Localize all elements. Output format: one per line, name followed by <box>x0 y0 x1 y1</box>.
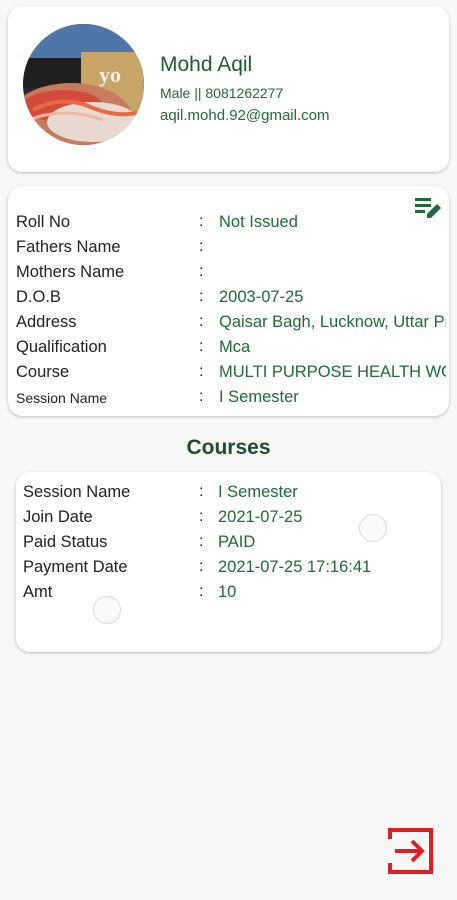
course-value: 2021-07-25 <box>218 508 303 526</box>
detail-value: I Semester <box>219 388 299 406</box>
detail-row-session-name: Session Name : I Semester <box>16 388 446 412</box>
detail-row-roll-no: Roll No : Not Issued <box>16 213 446 237</box>
detail-value: 2003-07-25 <box>219 288 304 306</box>
course-value: 10 <box>218 583 237 601</box>
courses-heading: Courses <box>186 436 271 459</box>
logout-button[interactable] <box>387 827 435 875</box>
detail-separator: : <box>199 263 204 280</box>
course-label: Join Date <box>23 508 93 526</box>
profile-gender-phone: Male || 8081262277 <box>160 85 284 101</box>
avatar[interactable]: yo <box>23 24 144 145</box>
course-label: Amt <box>23 583 53 601</box>
detail-row-address: Address : Qaisar Bagh, Lucknow, Uttar Pr… <box>16 313 446 337</box>
detail-separator: : <box>199 238 204 255</box>
course-row-session-name: Session Name : I Semester <box>23 483 433 507</box>
course-label: Session Name <box>23 483 131 501</box>
profile-card: yo Mohd Aqil Male || 8081262277 aqil.moh… <box>8 6 449 172</box>
course-card[interactable]: Session Name : I Semester Join Date : 20… <box>16 472 441 652</box>
course-row-payment-date: Payment Date : 2021-07-25 17:16:41 <box>23 558 433 582</box>
detail-separator: : <box>199 363 204 380</box>
detail-value: Mca <box>219 338 251 356</box>
detail-value: MULTI PURPOSE HEALTH WORKER <box>219 363 446 381</box>
detail-label: D.O.B <box>16 288 61 306</box>
course-row-paid-status: Paid Status : PAID <box>23 533 433 557</box>
detail-separator: : <box>199 388 204 405</box>
profile-name: Mohd Aqil <box>160 53 253 76</box>
detail-row-qualification: Qualification : Mca <box>16 338 446 362</box>
detail-label: Fathers Name <box>16 238 121 256</box>
detail-row-course: Course : MULTI PURPOSE HEALTH WORKER <box>16 363 446 387</box>
profile-email: aqil.mohd.92@gmail.com <box>160 107 330 124</box>
detail-value: Qaisar Bagh, Lucknow, Uttar Pradesh <box>219 313 446 331</box>
detail-label: Roll No <box>16 213 71 231</box>
student-details-card: Roll No : Not Issued Fathers Name : Moth… <box>8 186 449 416</box>
course-value: PAID <box>218 533 256 551</box>
course-separator: : <box>199 533 204 550</box>
detail-separator: : <box>199 213 204 230</box>
course-label: Payment Date <box>23 558 128 576</box>
detail-row-dob: D.O.B : 2003-07-25 <box>16 288 446 312</box>
course-separator: : <box>199 558 204 575</box>
svg-text:yo: yo <box>99 62 121 87</box>
detail-value: Not Issued <box>219 213 298 231</box>
detail-label: Session Name <box>16 390 108 406</box>
course-label: Paid Status <box>23 533 108 551</box>
detail-label: Course <box>16 363 70 381</box>
course-separator: : <box>199 583 204 600</box>
detail-row-mothers-name: Mothers Name : <box>16 263 446 287</box>
course-value: 2021-07-25 17:16:41 <box>218 558 372 576</box>
detail-separator: : <box>199 288 204 305</box>
logout-icon <box>388 828 433 874</box>
detail-row-fathers-name: Fathers Name : <box>16 238 446 262</box>
course-row-join-date: Join Date : 2021-07-25 <box>23 508 433 532</box>
detail-separator: : <box>199 313 204 330</box>
detail-label: Address <box>16 313 77 331</box>
course-row-amt: Amt : 10 <box>23 583 433 607</box>
course-separator: : <box>199 483 204 500</box>
detail-separator: : <box>199 338 204 355</box>
course-value: I Semester <box>218 483 298 501</box>
detail-label: Qualification <box>16 338 107 356</box>
course-separator: : <box>199 508 204 525</box>
detail-label: Mothers Name <box>16 263 125 281</box>
